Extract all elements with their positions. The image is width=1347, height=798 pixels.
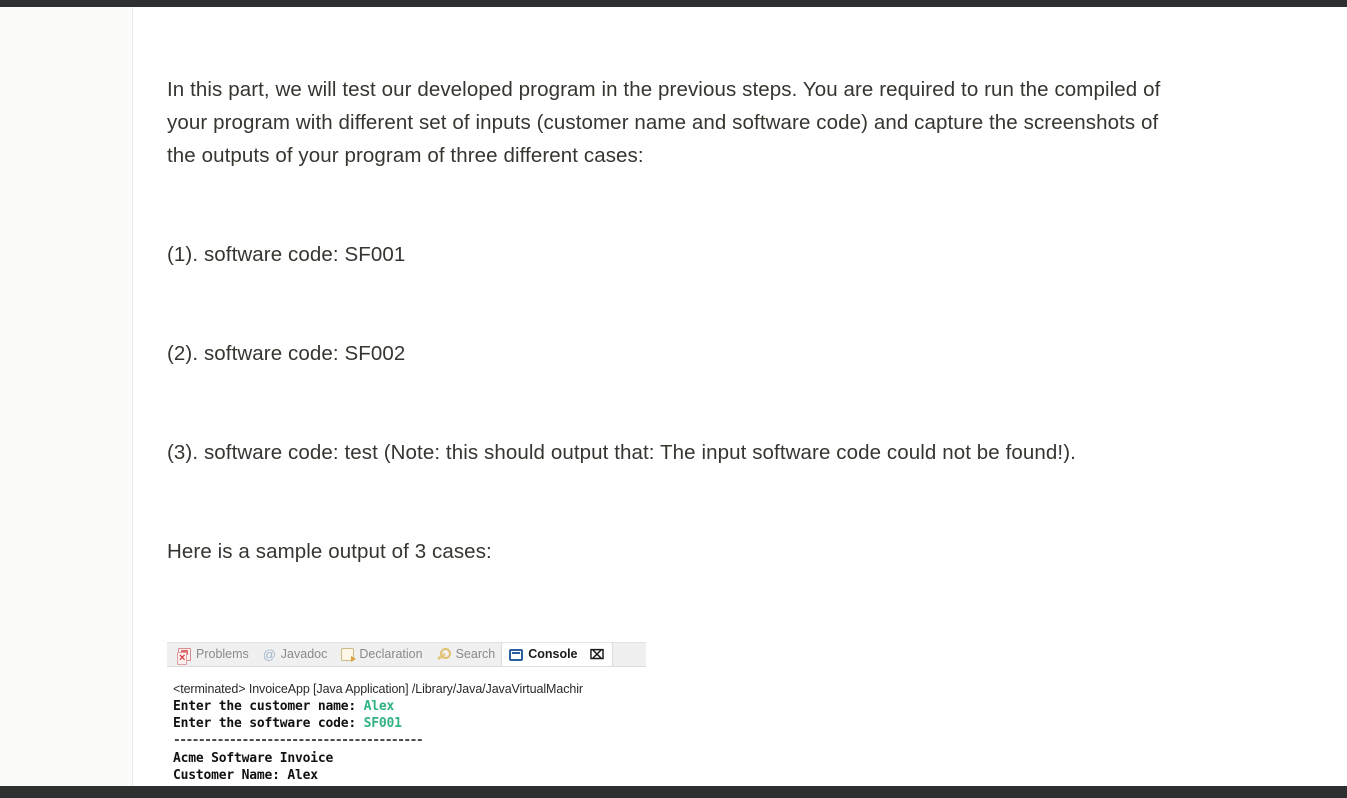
eclipse-tab-bar: Problems @ Javadoc Declaration Search Co…	[167, 642, 646, 667]
maximize-icon[interactable]: ⌧	[590, 648, 605, 661]
tab-problems[interactable]: Problems	[171, 643, 256, 666]
case-1-line: (1). software code: SF001	[167, 243, 406, 266]
console-user-input: SF001	[363, 715, 402, 731]
javadoc-icon: @	[262, 647, 276, 662]
instructions-paragraph: In this part, we will test our developed…	[167, 7, 1187, 634]
console-output-line: Enter the software code: SF001	[173, 715, 402, 731]
console-output-line: Acme Software Invoice	[173, 751, 334, 767]
left-margin-gutter	[0, 7, 133, 786]
console-screenshot-1: Problems @ Javadoc Declaration Search Co…	[167, 642, 653, 798]
paragraph-line: In this part, we will test our developed…	[167, 78, 1167, 167]
tab-javadoc-label: Javadoc	[280, 647, 328, 662]
case-2-line: (2). software code: SF002	[167, 342, 406, 365]
declaration-icon	[341, 648, 357, 662]
console-output-line: Enter the customer name: Alex	[173, 699, 395, 714]
case-3-line: (3). software code: test (Note: this sho…	[167, 441, 1076, 464]
console-user-input: Alex	[363, 699, 395, 714]
tab-problems-label: Problems	[196, 647, 249, 662]
sample-output-caption: Here is a sample output of 3 cases:	[167, 540, 492, 563]
top-chrome-bar	[0, 0, 1347, 7]
tab-search[interactable]: Search	[430, 643, 503, 666]
document-content-area: In this part, we will test our developed…	[134, 7, 1347, 798]
console-output-1: <terminated> InvoiceApp [Java Applicatio…	[167, 667, 653, 798]
tab-search-label: Search	[455, 647, 496, 662]
terminated-process-header: <terminated> InvoiceApp [Java Applicatio…	[173, 682, 583, 696]
tab-declaration-label: Declaration	[359, 647, 423, 662]
tab-console-label: Console	[528, 647, 578, 662]
problems-icon	[177, 648, 191, 665]
console-output-line: Customer Name: Alex	[173, 768, 318, 784]
console-icon	[509, 648, 524, 661]
console-separator-line: ----------------------------------------	[173, 732, 424, 748]
tab-javadoc[interactable]: @ Javadoc	[256, 643, 335, 666]
tab-declaration[interactable]: Declaration	[334, 643, 429, 666]
tab-console[interactable]: Console ⌧	[502, 643, 612, 666]
page-root: In this part, we will test our developed…	[0, 0, 1347, 798]
bottom-chrome-bar	[0, 786, 1347, 798]
console-lines-1: Enter the customer name: Alex Enter the s…	[173, 699, 653, 798]
search-icon	[437, 648, 451, 661]
